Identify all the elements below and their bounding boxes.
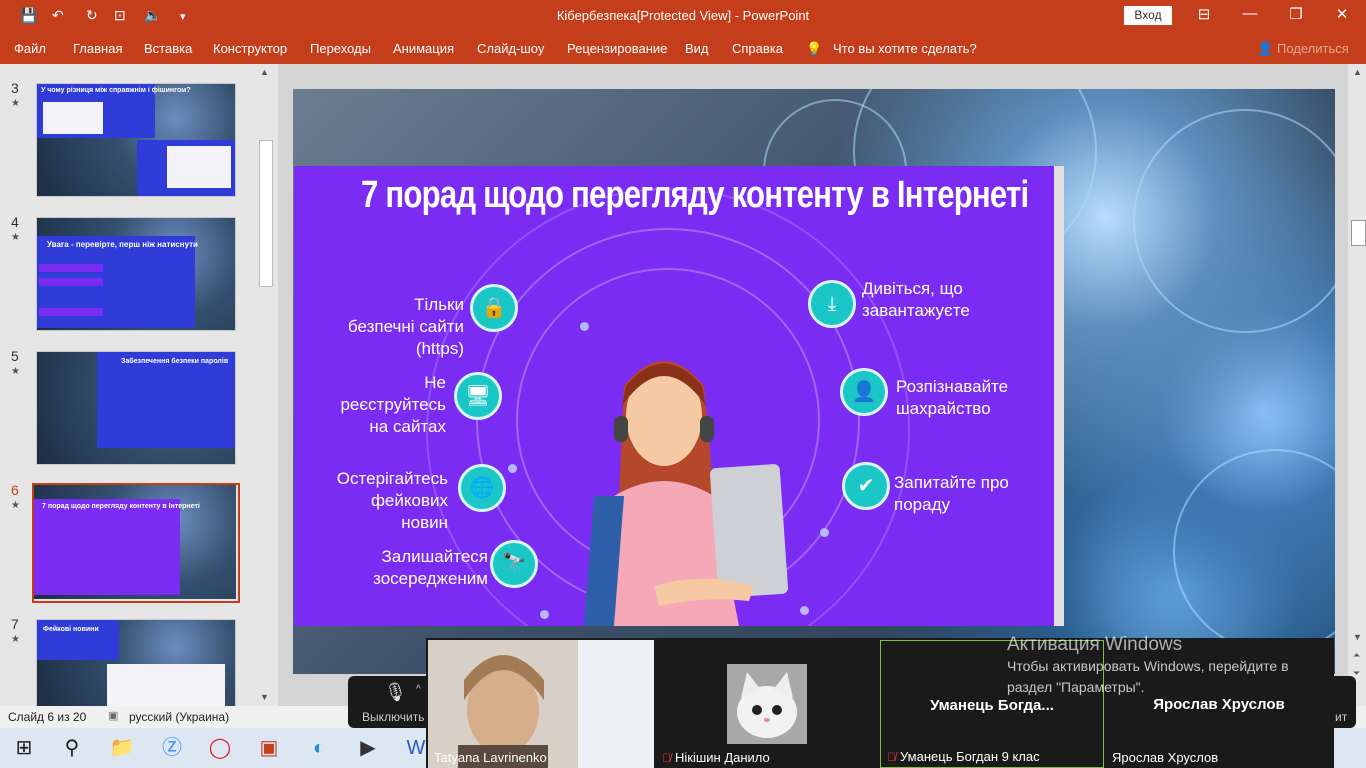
head-icon: 👤 — [840, 368, 888, 416]
binoculars-icon: 🔭 — [490, 540, 538, 588]
tab-insert[interactable]: Вставка — [144, 41, 192, 56]
slide-thumbnail-7[interactable]: Фейкові новини — [36, 619, 236, 708]
girl-with-laptop-illustration — [584, 361, 789, 626]
participant-name: 🎙̸ Нікішин Данило — [662, 750, 770, 765]
thumbnail-caption: Забезпечення безпеки паролів — [121, 358, 229, 365]
tab-view[interactable]: Вид — [685, 41, 709, 56]
scroll-up-icon[interactable]: ▲ — [260, 67, 269, 77]
slide-number: 5 — [11, 348, 19, 364]
microphone-icon[interactable]: 🎙 — [384, 682, 407, 703]
windows-start-icon[interactable]: ⊞ — [10, 736, 38, 760]
audio-options-icon[interactable]: ^ — [416, 684, 421, 695]
animation-star-icon: ★ — [11, 232, 20, 243]
maximize-icon[interactable]: ❐ — [1286, 5, 1306, 23]
lightbulb-icon: 💡 — [806, 41, 823, 56]
slide-number: 6 — [11, 482, 19, 498]
activation-watermark-title: Активация Windows — [1007, 634, 1183, 655]
slide-counter: Слайд 6 из 20 — [8, 710, 87, 724]
powerpoint-icon[interactable]: ▣ — [255, 736, 283, 760]
participant-name: Tatyana Lavrinenko — [434, 750, 547, 765]
tell-me-box[interactable]: Что вы хотите сделать? — [833, 41, 977, 56]
media-player-icon[interactable]: ▶ — [354, 736, 382, 760]
participant-tile[interactable]: Tatyana Lavrinenko — [428, 640, 654, 768]
animation-star-icon: ★ — [11, 500, 20, 511]
slide-thumbnail-4[interactable]: Увага - перевірте, перш ніж натиснути — [36, 217, 236, 331]
slide-number: 4 — [11, 214, 19, 230]
tip-secure-sites: Тільки безпечні сайти (https) — [348, 295, 464, 358]
download-icon: ⤓ — [808, 280, 856, 328]
tab-file[interactable]: Файл — [14, 41, 46, 56]
participant-name: 🎙̸ Уманець Богдан 9 клас — [887, 749, 1040, 764]
scroll-down-icon[interactable]: ▼ — [260, 692, 269, 702]
tips-infographic[interactable]: 7 порад щодо перегляду контенту в Інтерн… — [294, 166, 1054, 626]
tab-slideshow[interactable]: Слайд-шоу — [477, 41, 544, 56]
participant-name: Ярослав Хруслов — [1112, 750, 1219, 765]
sign-in-button[interactable]: Вход — [1124, 6, 1172, 25]
close-icon[interactable]: ✕ — [1332, 5, 1352, 23]
minimize-icon[interactable]: — — [1240, 5, 1260, 22]
tab-animations[interactable]: Анимация — [393, 41, 454, 56]
scroll-up-icon[interactable]: ▲ — [1353, 67, 1362, 77]
activation-watermark-body: Чтобы активировать Windows, перейдите в … — [1007, 658, 1289, 695]
file-explorer-icon[interactable]: 📁 — [108, 736, 136, 760]
zoom-app-icon[interactable]: Ⓩ — [158, 736, 186, 760]
shield-check-icon: ✔ — [842, 462, 890, 510]
tab-design[interactable]: Конструктор — [213, 41, 287, 56]
ribbon-display-icon[interactable]: ⊟ — [1194, 5, 1214, 23]
tip-fake-news: Остерігайтесь фейкових новин — [336, 469, 448, 532]
participant-video — [428, 640, 654, 768]
tip-check-downloads: Дивіться, що завантажуєте — [862, 279, 970, 320]
person-icon: 👤 — [1257, 41, 1274, 56]
spellcheck-icon[interactable]: ▣ — [108, 709, 118, 722]
mute-button[interactable]: Выключить — [362, 710, 424, 724]
thumbnail-caption: Фейкові новини — [43, 626, 99, 633]
tip-recognize-fraud: Розпізнавайте шахрайство — [896, 377, 1009, 418]
tab-transitions[interactable]: Переходы — [310, 41, 371, 56]
tab-home[interactable]: Главная — [73, 41, 122, 56]
zoom-more-controls: ит — [1334, 676, 1356, 728]
previous-slide-icon[interactable]: ⏶ — [1353, 650, 1360, 661]
opera-icon[interactable]: ◯ — [206, 736, 234, 760]
muted-mic-icon: 🎙̸ — [662, 751, 671, 765]
slide-thumbnail-3[interactable]: У чому різниця між справжнім і фішингом? — [36, 83, 236, 197]
partial-control-label[interactable]: ит — [1335, 710, 1347, 724]
tip-stay-focused: Залишайтеся зосередженим — [373, 547, 488, 588]
thumbnail-scroll-thumb[interactable] — [259, 140, 273, 287]
slide-thumbnail-pane: 3 ★ У чому різниця між справжнім і фішин… — [0, 64, 275, 708]
slide-thumbnail-5[interactable]: Забезпечення безпеки паролів — [36, 351, 236, 465]
slide-scrollbar[interactable] — [1350, 64, 1366, 706]
tab-help[interactable]: Справка — [732, 41, 783, 56]
animation-star-icon: ★ — [11, 366, 20, 377]
monitor-icon: 🖥 — [454, 372, 502, 420]
participant-big-label: Уманець Богда... — [930, 697, 1054, 714]
edge-icon[interactable]: ◐ — [305, 736, 333, 760]
animation-star-icon: ★ — [11, 634, 20, 645]
slide-edge — [1054, 166, 1064, 626]
slide-number: 3 — [11, 80, 19, 96]
tip-ask-advice: Запитайте про пораду — [894, 473, 1009, 514]
globe-icon: 🌐 — [458, 464, 506, 512]
participant-tile[interactable]: 🎙̸ Нікішин Данило — [656, 640, 880, 768]
animation-star-icon: ★ — [11, 98, 20, 109]
kitten-avatar — [727, 664, 807, 744]
search-icon[interactable]: ⚲ — [58, 736, 86, 760]
slide-number: 7 — [11, 616, 19, 632]
slide-thumbnail-6-selected[interactable]: 7 порад щодо перегляду контенту в Інтерн… — [32, 483, 240, 603]
thumbnail-caption: 7 порад щодо перегляду контенту в Інтерн… — [42, 503, 200, 510]
lock-icon: 🔒 — [470, 284, 518, 332]
thumbnail-caption: У чому різниця між справжнім і фішингом? — [41, 87, 191, 94]
thumbnail-caption: Увага - перевірте, перш ніж натиснути — [47, 240, 198, 249]
language-indicator[interactable]: русский (Украина) — [129, 710, 229, 724]
share-button[interactable]: Поделиться — [1277, 41, 1349, 56]
ribbon-tabs: Файл Главная Вставка Конструктор Переход… — [0, 32, 1366, 64]
title-bar: 💾 ↶ ↻ ⊡ 🔈 ▾ Кібербезпека[Protected View]… — [0, 0, 1366, 32]
participant-big-label: Ярослав Хруслов — [1153, 696, 1285, 713]
tip-dont-register: Не реєструйтесь на сайтах — [340, 373, 446, 436]
tab-review[interactable]: Рецензирование — [567, 41, 667, 56]
muted-mic-icon: 🎙̸ — [887, 750, 896, 764]
scroll-down-icon[interactable]: ▼ — [1353, 632, 1362, 642]
zoom-audio-controls: 🎙 ^ Выключить — [348, 676, 428, 728]
slide-scroll-thumb[interactable] — [1351, 220, 1366, 246]
